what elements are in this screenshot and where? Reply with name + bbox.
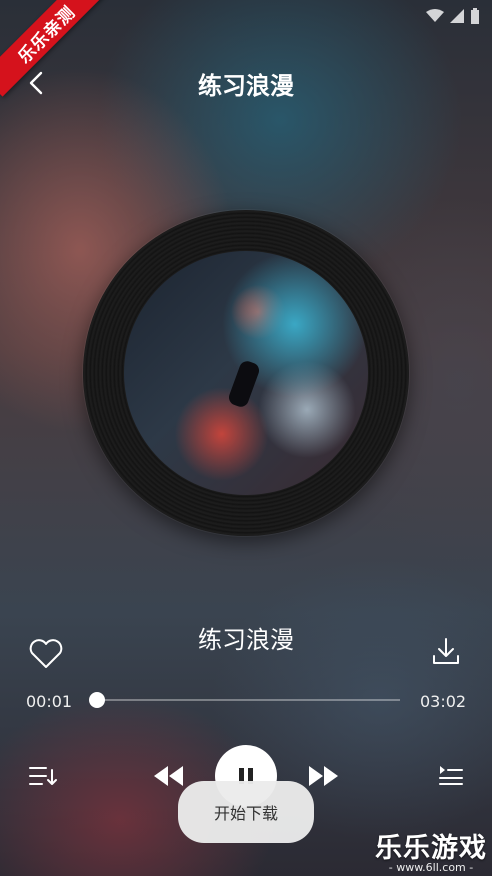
progress-knob[interactable]: [88, 692, 105, 708]
download-icon[interactable]: [430, 636, 462, 668]
toast-message: 开始下载: [178, 781, 314, 843]
album-cover: [124, 251, 368, 495]
fast-forward-icon[interactable]: [306, 762, 342, 790]
song-title: 练习浪漫: [198, 626, 294, 654]
total-time: 03:02: [420, 692, 467, 711]
signal-icon: [450, 9, 464, 23]
battery-icon: [471, 8, 479, 24]
watermark-main: 乐乐游戏: [375, 833, 487, 864]
playlist-icon[interactable]: [28, 762, 58, 790]
progress-bar[interactable]: [88, 692, 400, 708]
wifi-icon: [426, 9, 444, 22]
rewind-icon[interactable]: [150, 762, 186, 790]
queue-icon[interactable]: [436, 762, 464, 790]
watermark-logo: 乐乐游戏 - www.6ll.com -: [372, 826, 490, 874]
current-time: 00:01: [26, 692, 73, 711]
page-title: 练习浪漫: [198, 72, 294, 100]
status-bar: [426, 8, 480, 24]
cover-figure: [226, 358, 262, 410]
watermark-sub: - www.6ll.com -: [388, 861, 474, 874]
vinyl-disc: [83, 210, 409, 536]
